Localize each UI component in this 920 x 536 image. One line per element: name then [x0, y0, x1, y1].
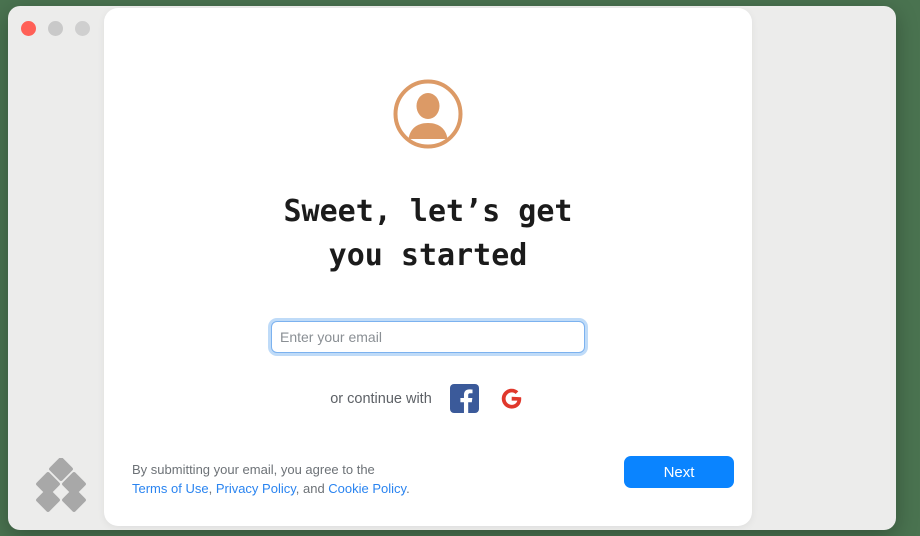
- close-window-button[interactable]: [21, 21, 36, 36]
- app-window: Sweet, let’s get you started or continue…: [8, 6, 896, 530]
- email-field-wrapper: [271, 321, 585, 353]
- privacy-policy-link[interactable]: Privacy Policy: [216, 481, 296, 496]
- zoom-window-button[interactable]: [75, 21, 90, 36]
- minimize-window-button[interactable]: [48, 21, 63, 36]
- legal-separator-2: , and: [295, 481, 329, 496]
- panel-footer: By submitting your email, you agree to t…: [104, 440, 752, 526]
- signup-panel: Sweet, let’s get you started or continue…: [104, 8, 752, 526]
- window-traffic-lights: [21, 21, 90, 36]
- page-title: Sweet, let’s get you started: [283, 194, 573, 273]
- google-login-icon[interactable]: [497, 384, 526, 413]
- cookie-policy-link[interactable]: Cookie Policy: [328, 481, 406, 496]
- social-login-label: or continue with: [330, 390, 432, 407]
- email-input[interactable]: [271, 321, 585, 353]
- brand-logo-icon: [34, 457, 88, 516]
- terms-of-use-link[interactable]: Terms of Use: [132, 481, 209, 496]
- legal-prefix: By submitting your email, you agree to t…: [132, 462, 375, 477]
- legal-period: .: [406, 481, 410, 496]
- legal-text: By submitting your email, you agree to t…: [132, 460, 410, 498]
- user-avatar-icon: [392, 78, 464, 150]
- social-login-row: or continue with: [104, 384, 752, 413]
- next-button[interactable]: Next: [624, 456, 734, 488]
- facebook-login-icon[interactable]: [449, 384, 479, 413]
- legal-separator-1: ,: [208, 481, 216, 496]
